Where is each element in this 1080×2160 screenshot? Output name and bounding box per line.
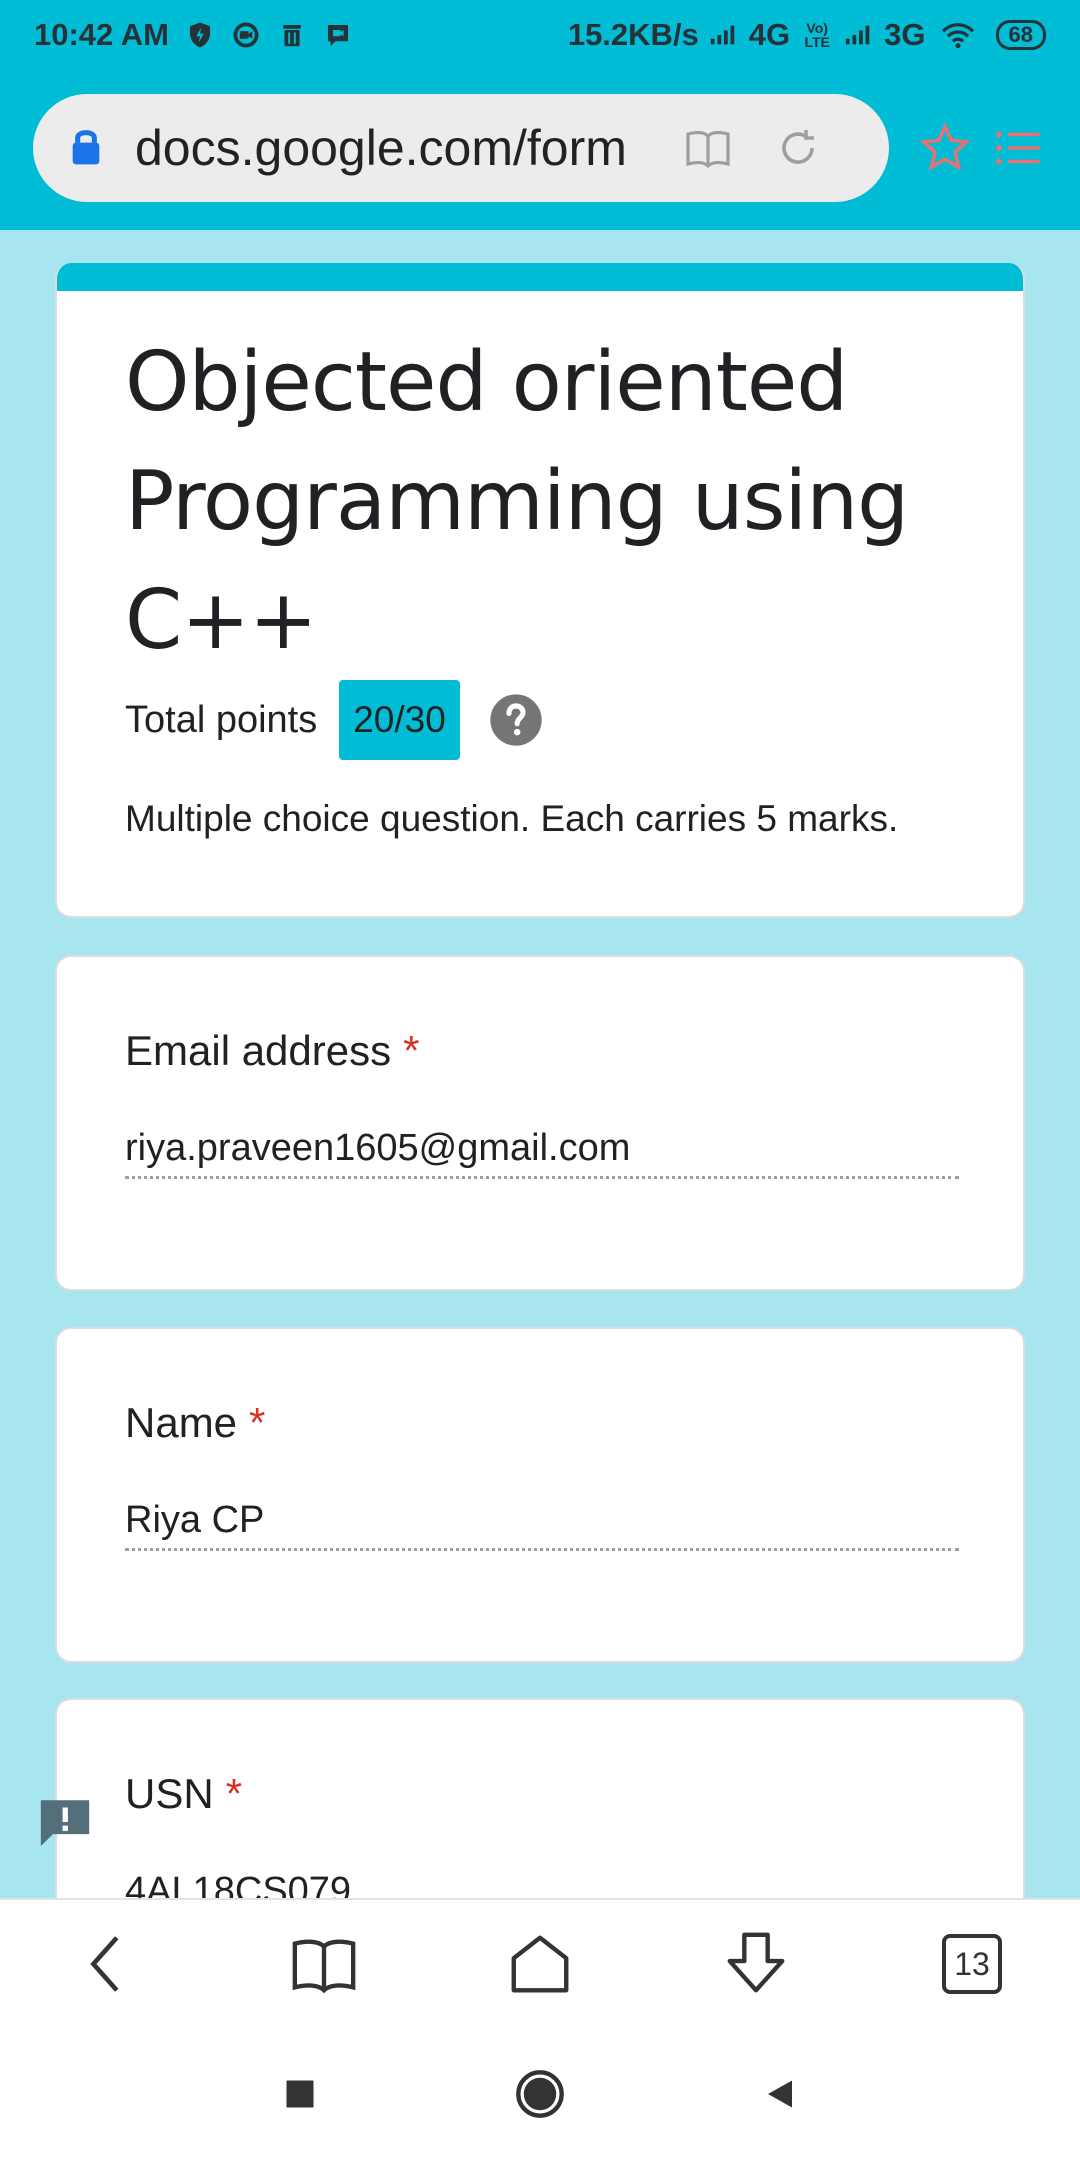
answer-email: riya.praveen1605@gmail.com: [125, 1127, 959, 1179]
question-label: Email address *: [125, 1027, 419, 1075]
question-label: USN *: [125, 1770, 242, 1818]
question-card-email: Email address * riya.praveen1605@gmail.co…: [55, 955, 1025, 1291]
download-icon[interactable]: [716, 1924, 796, 2004]
question-title: Email address: [125, 1027, 392, 1074]
back-arrow-icon[interactable]: [68, 1924, 148, 2004]
signal-icon: [709, 20, 739, 50]
form-header-card: Objected oriented Programming using C++ …: [55, 263, 1025, 918]
tabs-button[interactable]: 13: [932, 1924, 1012, 2004]
required-asterisk: *: [403, 1027, 420, 1074]
browser-toolbar: docs.google.com/form: [0, 70, 1080, 230]
network-type-2: 3G: [884, 17, 926, 52]
shield-icon: [185, 20, 215, 50]
feedback-icon[interactable]: [36, 1793, 94, 1851]
back-triangle-icon[interactable]: [750, 2064, 810, 2124]
wifi-icon: [936, 20, 980, 50]
video-call-icon: [231, 20, 261, 50]
address-bar[interactable]: docs.google.com/form: [33, 94, 889, 202]
home-icon[interactable]: [500, 1924, 580, 2004]
battery-indicator: 68: [995, 20, 1046, 50]
question-title: USN: [125, 1770, 214, 1817]
header-accent-bar: [57, 263, 1023, 291]
recents-square-icon[interactable]: [270, 2064, 330, 2124]
reload-icon[interactable]: [771, 121, 825, 175]
bookmarks-book-icon[interactable]: [284, 1924, 364, 2004]
network-speed: 15.2KB/s: [567, 17, 699, 52]
system-nav-bar: [0, 2028, 1080, 2160]
reader-mode-icon[interactable]: [681, 121, 735, 175]
required-asterisk: *: [225, 1770, 243, 1817]
total-points-label: Total points: [125, 698, 318, 741]
form-description: Multiple choice question. Each carries 5…: [125, 798, 899, 839]
network-type-1: 4G: [748, 17, 791, 52]
lock-icon: [69, 126, 103, 171]
help-icon[interactable]: [488, 692, 544, 748]
home-circle-icon[interactable]: [510, 2064, 570, 2124]
question-title: Name: [125, 1399, 238, 1446]
status-bar: 10:42 AM 15.2KB/s 4G Vo) LTE 3G 68: [0, 0, 1080, 70]
bookmark-star-icon[interactable]: [918, 121, 972, 175]
url-text[interactable]: docs.google.com/form: [135, 119, 645, 177]
clock: 10:42 AM: [34, 17, 169, 52]
answer-name: Riya CP: [125, 1499, 959, 1551]
score-badge: 20/30: [339, 680, 460, 760]
tab-count: 13: [942, 1934, 1002, 1994]
form-title: Objected oriented Programming using C++: [125, 335, 909, 668]
required-asterisk: *: [249, 1399, 266, 1446]
question-card-name: Name * Riya CP: [55, 1327, 1025, 1663]
browser-bottom-nav: 13: [0, 1898, 1080, 2028]
trash-icon: [277, 20, 307, 50]
menu-list-icon[interactable]: [990, 121, 1044, 175]
question-label: Name *: [125, 1399, 265, 1447]
total-points-row: Total points 20/30: [125, 680, 544, 760]
volte-badge: Vo) LTE: [804, 20, 830, 50]
meet-icon: [323, 20, 353, 50]
signal-icon-2: [844, 20, 874, 50]
